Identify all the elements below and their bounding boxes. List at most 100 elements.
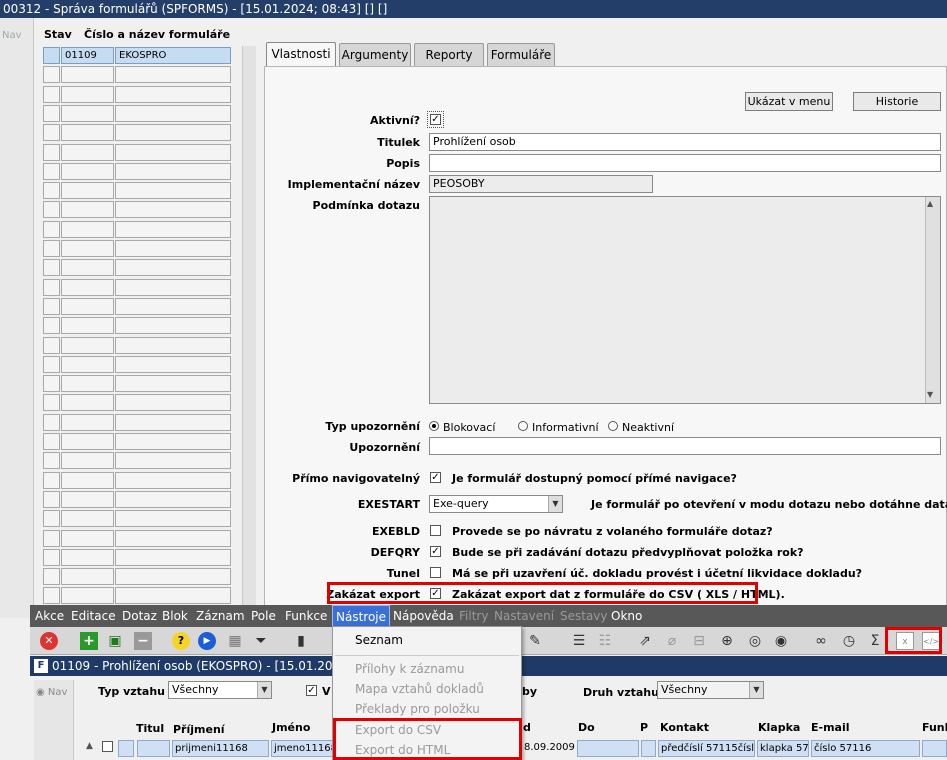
save-icon[interactable]: ▣ [106,632,124,650]
run-icon[interactable]: ▶ [198,632,216,650]
clock-icon[interactable]: ◷ [840,632,858,650]
menu-item-seznam[interactable]: Seznam [355,633,403,647]
list-row-name[interactable] [115,182,231,199]
list-row-number[interactable] [61,163,114,180]
list-row-stav[interactable] [43,221,60,238]
menu-item-prilohy[interactable]: Přílohy k záznamu [355,662,464,676]
list-row-stav[interactable] [43,317,60,334]
grid-cell[interactable] [118,740,134,757]
list-row-name[interactable] [115,452,231,469]
podminka-textarea[interactable] [429,196,941,404]
list-row-stav[interactable] [43,86,60,103]
list-row-stav[interactable] [43,414,60,431]
add-icon[interactable]: + [80,632,98,650]
grid-cell-do[interactable] [577,740,639,757]
menu-blok[interactable]: Blok [162,605,188,627]
list-row-stav[interactable] [43,240,60,257]
radio-blokovaci[interactable] [429,421,439,431]
tab-reporty[interactable]: Reporty [414,43,484,66]
menu-zaznam[interactable]: Záznam [196,605,245,627]
list-row-number[interactable] [61,356,114,373]
list-row-stav[interactable] [43,568,60,585]
list-row-number[interactable] [61,144,114,161]
list-row-name[interactable] [115,414,231,431]
list-row-name[interactable] [115,472,231,489]
list-row-number[interactable] [61,433,114,450]
menu-item-preklady[interactable]: Překlady pro položku [355,702,480,716]
list-row-number[interactable] [61,298,114,315]
grid-cell-kontakt[interactable]: předčíslí 57115číslo [658,740,755,757]
upozorneni-field[interactable] [429,437,941,455]
druh-vztahu-select[interactable]: Všechny ▼ [657,681,764,699]
list-row-stav[interactable] [43,298,60,315]
list-row-name[interactable] [115,144,231,161]
list-row-number[interactable]: 01109 [61,47,114,64]
v-checkbox[interactable]: ✓ [306,685,317,696]
list-row-name[interactable] [115,337,231,354]
list-row-name[interactable] [115,549,231,566]
list-row-name[interactable] [115,491,231,508]
list-icon[interactable]: ☰ [570,632,588,650]
list-row-number[interactable] [61,337,114,354]
compass-icon[interactable]: ◎ [746,632,764,650]
list-row-name[interactable] [115,240,231,257]
grid-cell-od[interactable]: 8.09.2009 [522,740,575,757]
list-row-name[interactable] [115,86,231,103]
list-row-stav[interactable] [43,472,60,489]
list-row-name[interactable] [115,510,231,527]
list-row-stav[interactable] [43,124,60,141]
list-row-number[interactable] [61,317,114,334]
list-row-name[interactable] [115,279,231,296]
list-row-stav[interactable] [43,394,60,411]
list-row-stav[interactable] [43,530,60,547]
list-row-stav[interactable] [43,144,60,161]
list-row-number[interactable] [61,530,114,547]
tab-vlastnosti[interactable]: Vlastnosti [266,42,336,67]
show-in-menu-button[interactable]: Ukázat v menu [745,92,833,111]
list-row-number[interactable] [61,259,114,276]
list-row-name[interactable] [115,298,231,315]
menu-editace[interactable]: Editace [71,605,116,627]
menu-pole[interactable]: Pole [251,605,276,627]
menu-okno[interactable]: Okno [611,605,642,627]
menu-nastroje[interactable]: Nástroje [332,605,391,627]
popis-field[interactable] [429,154,941,172]
scroll-down-icon[interactable]: ▼ [927,390,933,399]
menu-funkce[interactable]: Funkce [285,605,327,627]
exebld-checkbox[interactable] [430,525,441,536]
list-row-number[interactable] [61,491,114,508]
list-row-stav[interactable] [43,433,60,450]
remove-icon[interactable]: − [134,632,152,650]
history-button[interactable]: Historie [853,92,941,111]
tunel-checkbox[interactable] [430,567,441,578]
titulek-field[interactable]: Prohlížení osob [429,133,941,151]
list-row-stav[interactable] [43,47,60,64]
close-icon[interactable]: ✕ [40,632,58,650]
open-external-icon[interactable]: ⇗ [636,632,654,650]
globe-icon[interactable]: ⊕ [718,632,736,650]
list-row-number[interactable] [61,201,114,218]
nav-label[interactable]: Nav [2,30,22,41]
list-row-number[interactable] [61,105,114,122]
list-row-number[interactable] [61,472,114,489]
defqry-checkbox[interactable]: ✓ [430,546,441,557]
menu-napoveda[interactable]: Nápověda [393,605,454,627]
list-row-name[interactable] [115,124,231,141]
sub-nav-label[interactable]: ◉ Nav [36,687,67,698]
aktivni-checkbox[interactable]: ✓ [427,111,444,128]
list-row-name[interactable] [115,259,231,276]
list-row-stav[interactable] [43,375,60,392]
podminka-scrollbar[interactable] [925,197,940,403]
list-row-number[interactable] [61,587,114,604]
list-row-name[interactable] [115,587,231,604]
list-row-name[interactable] [115,375,231,392]
list-row-number[interactable] [61,510,114,527]
list-scrollbar[interactable] [242,46,256,608]
row-scroll-up-icon[interactable]: ▲ [86,741,93,751]
list-row-stav[interactable] [43,201,60,218]
checklist-icon[interactable]: ☷ [596,632,614,650]
chevron-down-icon[interactable]: ▼ [257,682,271,698]
list-row-stav[interactable] [43,491,60,508]
calendar-icon[interactable]: ▦ [226,632,244,650]
list-row-number[interactable] [61,221,114,238]
